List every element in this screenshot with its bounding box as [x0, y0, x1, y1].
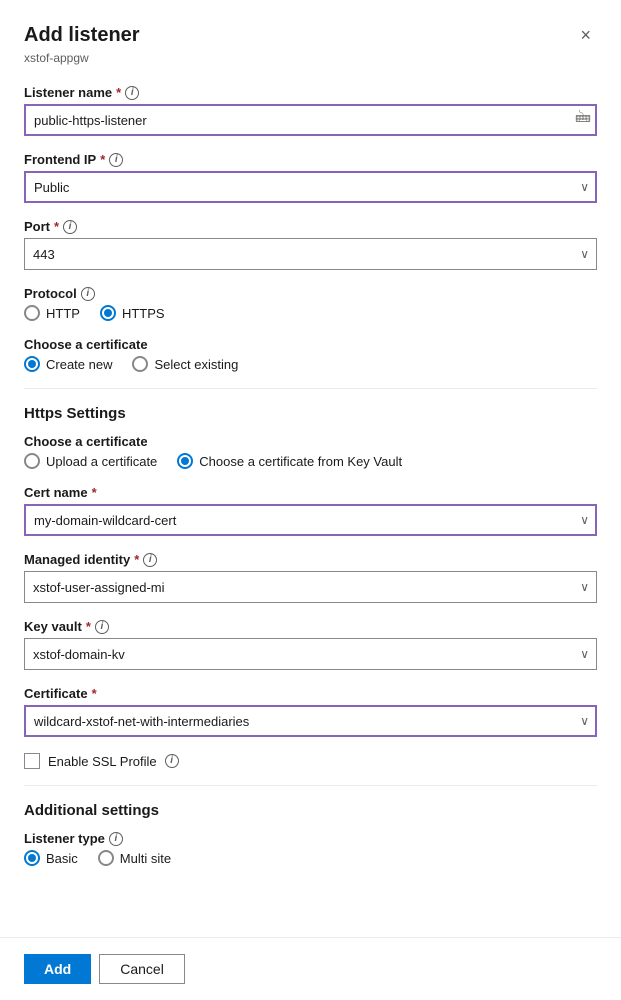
managed-identity-info-icon[interactable]: i — [143, 553, 157, 567]
https-cert-choice-label: Choose a certificate — [24, 434, 597, 449]
required-star-3: * — [54, 219, 59, 234]
select-existing-option[interactable]: Select existing — [132, 356, 238, 372]
ssl-profile-checkbox[interactable] — [24, 753, 40, 769]
port-select[interactable]: 443 80 — [24, 238, 597, 270]
upload-certificate-label: Upload a certificate — [46, 454, 157, 469]
create-new-label: Create new — [46, 357, 112, 372]
protocol-label: Protocol i — [24, 286, 597, 301]
ssl-profile-info-icon[interactable]: i — [165, 754, 179, 768]
key-vault-group: Key vault * i xstof-domain-kv ∨ — [24, 619, 597, 670]
section-divider-2 — [24, 785, 597, 786]
keyboard-icon: 🖮 — [575, 107, 591, 134]
protocol-http-option[interactable]: HTTP — [24, 305, 80, 321]
protocol-https-radio[interactable] — [100, 305, 116, 321]
required-star: * — [116, 85, 121, 100]
section-divider — [24, 388, 597, 389]
panel-header: Add listener × — [24, 24, 597, 47]
listener-type-info-icon[interactable]: i — [109, 832, 123, 846]
required-star-4: * — [92, 485, 97, 500]
required-star-6: * — [86, 619, 91, 634]
cert-name-select[interactable]: my-domain-wildcard-cert — [24, 504, 597, 536]
upload-certificate-option[interactable]: Upload a certificate — [24, 453, 157, 469]
listener-type-group: Listener type i Basic Multi site — [24, 831, 597, 866]
frontend-ip-select[interactable]: Public Private — [24, 171, 597, 203]
port-select-wrapper: 443 80 ∨ — [24, 238, 597, 270]
frontend-ip-group: Frontend IP * i Public Private ∨ — [24, 152, 597, 203]
listener-type-multisite-label: Multi site — [120, 851, 171, 866]
panel-title: Add listener — [24, 24, 140, 47]
add-button[interactable]: Add — [24, 954, 91, 984]
certificate-select-wrapper: wildcard-xstof-net-with-intermediaries ∨ — [24, 705, 597, 737]
listener-name-info-icon[interactable]: i — [125, 86, 139, 100]
listener-type-multisite-radio[interactable] — [98, 850, 114, 866]
protocol-http-label: HTTP — [46, 306, 80, 321]
certificate-choice-label: Choose a certificate — [24, 337, 597, 352]
key-vault-option[interactable]: Choose a certificate from Key Vault — [177, 453, 402, 469]
required-star-2: * — [100, 152, 105, 167]
managed-identity-select-wrapper: xstof-user-assigned-mi ∨ — [24, 571, 597, 603]
listener-type-basic-option[interactable]: Basic — [24, 850, 78, 866]
protocol-radio-group: HTTP HTTPS — [24, 305, 597, 321]
managed-identity-label: Managed identity * i — [24, 552, 597, 567]
certificate-select[interactable]: wildcard-xstof-net-with-intermediaries — [24, 705, 597, 737]
protocol-info-icon[interactable]: i — [81, 287, 95, 301]
protocol-http-radio[interactable] — [24, 305, 40, 321]
key-vault-radio[interactable] — [177, 453, 193, 469]
listener-type-multisite-option[interactable]: Multi site — [98, 850, 171, 866]
certificate-group: Certificate * wildcard-xstof-net-with-in… — [24, 686, 597, 737]
cert-name-select-wrapper: my-domain-wildcard-cert ∨ — [24, 504, 597, 536]
certificate-choice-group: Choose a certificate Create new Select e… — [24, 337, 597, 372]
key-vault-select[interactable]: xstof-domain-kv — [24, 638, 597, 670]
listener-name-input-wrapper: 🖮 — [24, 104, 597, 136]
create-new-option[interactable]: Create new — [24, 356, 112, 372]
key-vault-select-wrapper: xstof-domain-kv ∨ — [24, 638, 597, 670]
certificate-choice-radio-group: Create new Select existing — [24, 356, 597, 372]
title-text: Add listener — [24, 24, 140, 47]
listener-type-basic-label: Basic — [46, 851, 78, 866]
frontend-ip-select-wrapper: Public Private ∨ — [24, 171, 597, 203]
cancel-button[interactable]: Cancel — [99, 954, 185, 984]
ssl-profile-group: Enable SSL Profile i — [24, 753, 597, 769]
listener-name-input[interactable] — [24, 104, 597, 136]
https-cert-choice-radio-group: Upload a certificate Choose a certificat… — [24, 453, 597, 469]
protocol-https-label: HTTPS — [122, 306, 165, 321]
cert-name-label: Cert name * — [24, 485, 597, 500]
add-listener-panel: Add listener × xstof-appgw Listener name… — [0, 0, 621, 1000]
certificate-label: Certificate * — [24, 686, 597, 701]
listener-name-label: Listener name * i — [24, 85, 597, 100]
managed-identity-select[interactable]: xstof-user-assigned-mi — [24, 571, 597, 603]
key-vault-label: Choose a certificate from Key Vault — [199, 454, 402, 469]
https-cert-choice-group: Choose a certificate Upload a certificat… — [24, 434, 597, 469]
managed-identity-group: Managed identity * i xstof-user-assigned… — [24, 552, 597, 603]
required-star-7: * — [92, 686, 97, 701]
ssl-profile-checkbox-item[interactable]: Enable SSL Profile i — [24, 753, 597, 769]
select-existing-radio[interactable] — [132, 356, 148, 372]
listener-type-label: Listener type i — [24, 831, 597, 846]
select-existing-label: Select existing — [154, 357, 238, 372]
panel-subtitle: xstof-appgw — [24, 51, 597, 65]
ssl-profile-label: Enable SSL Profile — [48, 754, 157, 769]
port-info-icon[interactable]: i — [63, 220, 77, 234]
create-new-radio[interactable] — [24, 356, 40, 372]
port-label: Port * i — [24, 219, 597, 234]
upload-certificate-radio[interactable] — [24, 453, 40, 469]
key-vault-label: Key vault * i — [24, 619, 597, 634]
protocol-group: Protocol i HTTP HTTPS — [24, 286, 597, 321]
listener-type-basic-radio[interactable] — [24, 850, 40, 866]
panel-footer: Add Cancel — [0, 937, 621, 1000]
required-star-5: * — [134, 552, 139, 567]
additional-settings-heading: Additional settings — [24, 802, 597, 819]
frontend-ip-label: Frontend IP * i — [24, 152, 597, 167]
key-vault-info-icon[interactable]: i — [95, 620, 109, 634]
frontend-ip-info-icon[interactable]: i — [109, 153, 123, 167]
cert-name-group: Cert name * my-domain-wildcard-cert ∨ — [24, 485, 597, 536]
listener-type-radio-group: Basic Multi site — [24, 850, 597, 866]
listener-name-group: Listener name * i 🖮 — [24, 85, 597, 136]
close-button[interactable]: × — [574, 24, 597, 46]
protocol-https-option[interactable]: HTTPS — [100, 305, 165, 321]
port-group: Port * i 443 80 ∨ — [24, 219, 597, 270]
https-settings-heading: Https Settings — [24, 405, 597, 422]
